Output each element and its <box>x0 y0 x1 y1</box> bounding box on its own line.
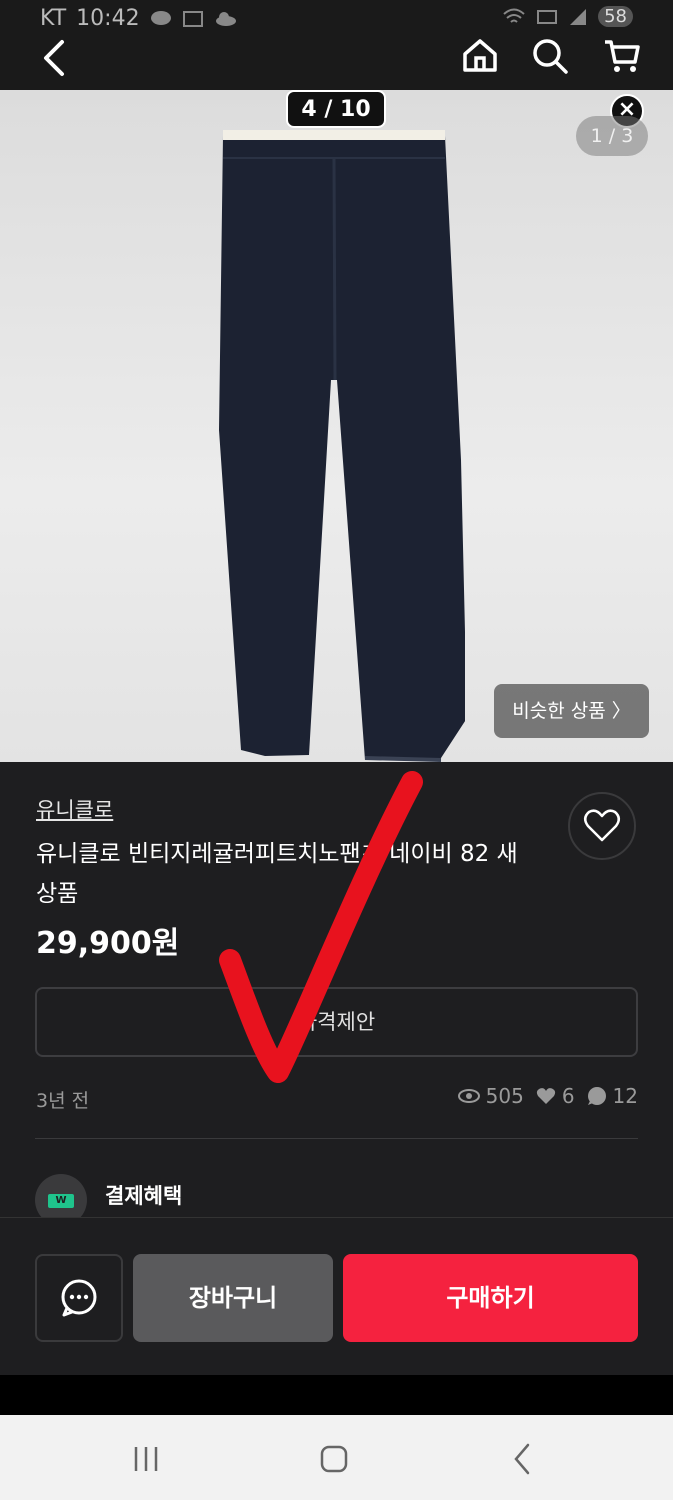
product-title: 유니클로 빈티지레귤러피트치노팬츠 네이비 82 새상품 <box>36 841 518 907</box>
app-header <box>0 36 673 90</box>
status-bar: KT 10:42 58 <box>0 0 673 36</box>
bottom-spacer <box>0 1375 673 1415</box>
signal-icon <box>570 8 587 25</box>
chat-icon <box>61 1279 97 1317</box>
product-price: 29,900원 <box>36 926 180 961</box>
battery-level: 58 <box>598 6 633 27</box>
wifi-icon <box>503 8 525 23</box>
chat-count: 12 <box>612 1084 638 1108</box>
recent-apps-icon[interactable] <box>124 1437 168 1481</box>
action-bar: 장바구니 구매하기 <box>0 1217 673 1376</box>
screenshot-icon <box>182 10 203 27</box>
product-stats: 505 6 12 <box>457 1084 638 1108</box>
similar-products-button[interactable]: 비슷한 상품 〉 <box>494 684 649 738</box>
heart-outline-icon <box>584 809 620 842</box>
eye-icon <box>457 1089 480 1103</box>
product-image-area[interactable]: 4 / 10 × 1 / 3 비슷한 상품 〉 <box>0 90 673 762</box>
message-icon <box>150 10 171 25</box>
cart-icon[interactable] <box>602 36 642 76</box>
like-count: 6 <box>561 1084 575 1108</box>
divider <box>35 1138 638 1139</box>
heart-icon <box>536 1088 555 1104</box>
image-index-badge: 1 / 3 <box>576 116 648 156</box>
clock: 10:42 <box>76 6 140 31</box>
product-info: 유니클로 유니클로 빈티지레귤러피트치노팬츠 네이비 82 새상품 29,900… <box>0 762 673 1226</box>
chat-button[interactable] <box>35 1254 123 1342</box>
volume-off-icon <box>537 9 558 24</box>
view-count: 505 <box>485 1084 524 1108</box>
add-to-cart-button[interactable]: 장바구니 <box>133 1254 333 1342</box>
image-counter: 4 / 10 <box>286 90 386 128</box>
payment-benefit-label[interactable]: 결제혜택 <box>105 1180 182 1210</box>
cloud-icon <box>215 11 236 26</box>
system-nav-bar <box>0 1415 673 1500</box>
price-offer-button[interactable]: 가격제안 <box>35 987 638 1057</box>
chat-bubble-icon <box>587 1087 606 1105</box>
back-icon[interactable] <box>38 36 72 84</box>
benefit-icon-text: W <box>48 1194 74 1208</box>
carrier-label: KT <box>40 6 67 31</box>
wishlist-button[interactable] <box>568 792 636 860</box>
buy-now-button[interactable]: 구매하기 <box>343 1254 638 1342</box>
home-nav-icon[interactable] <box>312 1437 356 1481</box>
back-nav-icon[interactable] <box>500 1437 544 1481</box>
product-image <box>219 130 465 762</box>
posted-time: 3년 전 <box>36 1090 90 1112</box>
brand-link[interactable]: 유니클로 <box>36 794 113 824</box>
home-icon[interactable] <box>460 36 500 76</box>
search-icon[interactable] <box>530 36 570 76</box>
